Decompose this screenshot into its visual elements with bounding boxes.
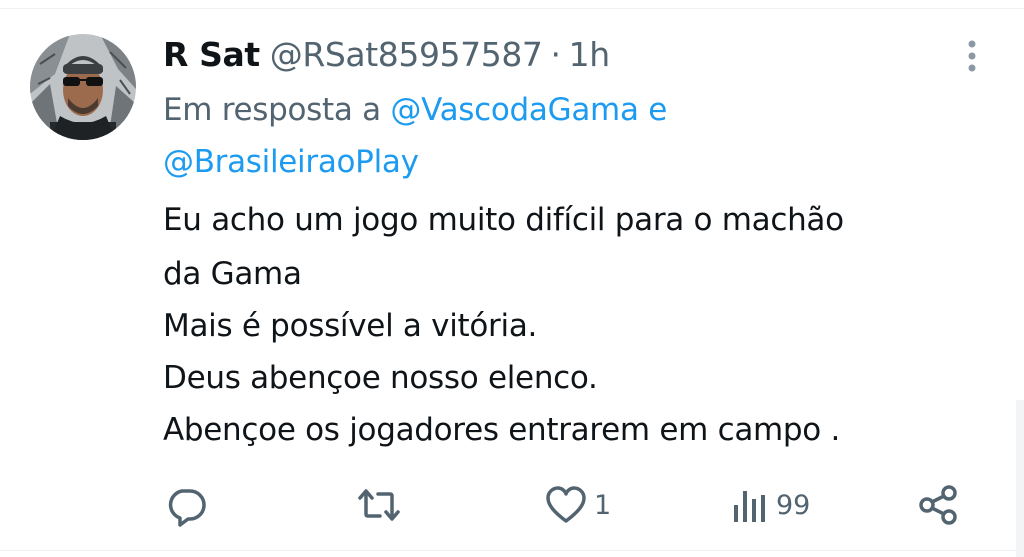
mention-link-vascodagama[interactable]: @VascodaGama — [390, 92, 639, 128]
tweet-text-line: Abençoe os jogadores entrarem em campo . — [163, 412, 841, 448]
views-count: 99 — [776, 489, 811, 521]
like-count: 1 — [594, 489, 612, 521]
tweet-text-line: Deus abençoe nosso elenco. — [163, 360, 598, 396]
tweet-text-line: da Gama — [163, 256, 302, 292]
more-options-button[interactable] — [958, 38, 986, 78]
timestamp[interactable]: 1h — [569, 35, 611, 74]
heart-icon — [546, 486, 586, 523]
share-icon — [919, 485, 957, 525]
share-button[interactable] — [916, 480, 960, 530]
more-vertical-icon — [968, 40, 976, 72]
user-handle[interactable]: @RSat85957587 — [270, 35, 543, 74]
bottom-divider — [0, 550, 1024, 551]
views-button[interactable]: 99 — [730, 480, 810, 530]
retweet-button[interactable] — [357, 480, 407, 530]
display-name[interactable]: R Sat — [163, 35, 260, 74]
reply-prefix: Em resposta a — [163, 92, 381, 128]
views-bar-chart-icon — [734, 491, 765, 522]
avatar-photo — [30, 34, 136, 140]
like-button[interactable]: 1 — [544, 480, 611, 530]
avatar[interactable] — [30, 34, 136, 140]
tweet-text-line: Eu acho um jogo muito difícil para o mac… — [163, 202, 844, 238]
reply-button[interactable] — [164, 480, 214, 530]
retweet-icon — [358, 489, 400, 521]
header-separator: · — [550, 34, 561, 74]
reply-context-line-2: @BrasileiraoPlay — [163, 142, 419, 182]
reply-bubble-icon — [168, 489, 206, 527]
top-divider — [0, 8, 1024, 9]
mention-link-brasileiraoplay[interactable]: @BrasileiraoPlay — [163, 144, 419, 180]
reply-connector: e — [648, 92, 667, 128]
tweet-header: R Sat @RSat85957587 · 1h — [163, 30, 610, 78]
tweet-text-line: Mais é possível a vitória. — [163, 308, 538, 344]
scrollbar-track[interactable] — [1016, 400, 1024, 557]
reply-context: Em resposta a @VascodaGama e — [163, 90, 667, 130]
